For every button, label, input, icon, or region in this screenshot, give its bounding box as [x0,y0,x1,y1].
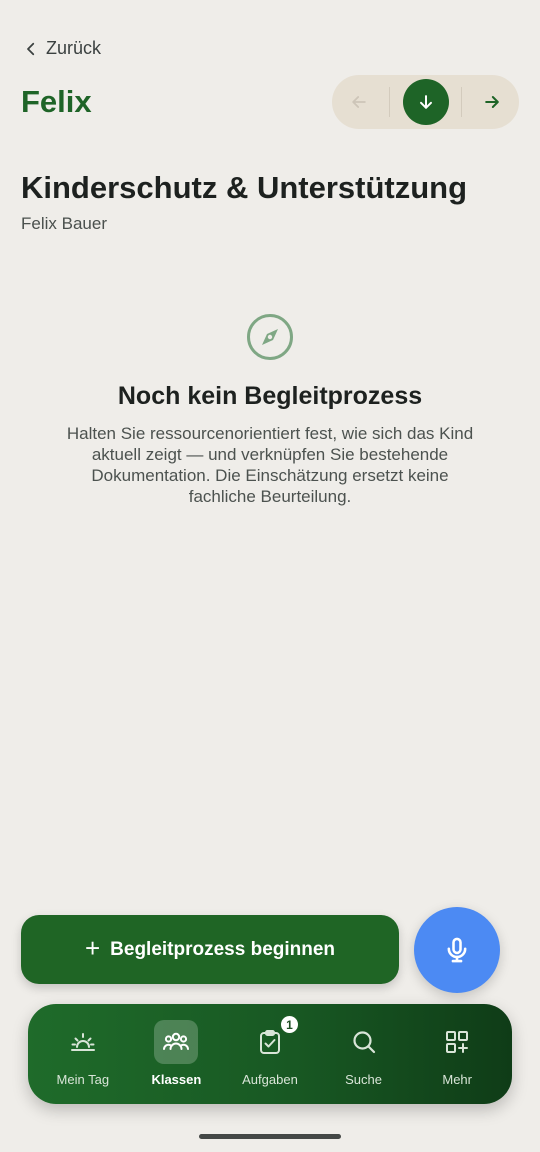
nav-item-klassen[interactable]: Klassen [131,1004,221,1087]
nav-item-mein-tag[interactable]: Mein Tag [38,1004,128,1087]
tasks-count-badge: 1 [278,1014,300,1035]
nav-icon-wrapper [435,1020,479,1064]
clipboard-check-icon [259,1030,280,1054]
start-process-label: Begleitprozess beginnen [110,938,336,960]
search-icon [352,1031,375,1054]
nav-item-mehr[interactable]: Mehr [412,1004,502,1087]
nav-label: Suche [345,1072,383,1087]
arrow-down-icon [419,95,432,109]
empty-state: Noch kein Begleitprozess Halten Sie ress… [40,312,500,507]
bottom-navigation: Mein Tag Klassen 1 Aufgaben Suche Mehr [28,1004,512,1104]
previous-child-button[interactable] [336,79,382,125]
nav-icon-wrapper [342,1020,386,1064]
sunrise-icon [70,1033,95,1051]
nav-icon-wrapper [154,1020,199,1064]
home-indicator[interactable] [199,1134,341,1139]
microphone-icon [447,937,467,963]
page-subtitle: Felix Bauer [21,214,107,233]
page-title: Kinderschutz & Unterstützung [21,170,468,205]
nav-label: Klassen [151,1072,202,1087]
nav-label: Mein Tag [56,1072,110,1087]
nav-label: Aufgaben [242,1072,298,1087]
nav-item-aufgaben[interactable]: 1 Aufgaben [225,1004,315,1087]
start-process-button[interactable]: + Begleitprozess beginnen [21,915,399,984]
back-label: Zurück [46,38,102,58]
child-name-title: Felix [21,84,92,119]
back-button[interactable]: Zurück [22,38,101,59]
group-icon [163,1032,190,1050]
chevron-left-icon [27,42,35,55]
nav-label: Mehr [442,1072,472,1087]
pager-divider [461,87,463,117]
nav-item-suche[interactable]: Suche [319,1004,409,1087]
nav-icon-wrapper [61,1020,105,1064]
empty-state-description: Halten Sie ressourcenorientiert fest, wi… [66,424,474,506]
pager-divider [388,87,390,117]
nav-icon-wrapper: 1 [248,1014,300,1064]
compass-icon [247,314,293,360]
plus-icon: + [84,933,101,963]
grid-plus-icon [446,1031,469,1053]
arrow-right-icon [485,96,499,108]
arrow-left-icon [352,96,366,108]
next-child-button[interactable] [469,79,515,125]
child-pager [332,75,519,129]
empty-state-heading: Noch kein Begleitprozess [117,382,423,410]
jump-down-button[interactable] [402,79,449,125]
voice-input-button[interactable] [414,907,500,993]
